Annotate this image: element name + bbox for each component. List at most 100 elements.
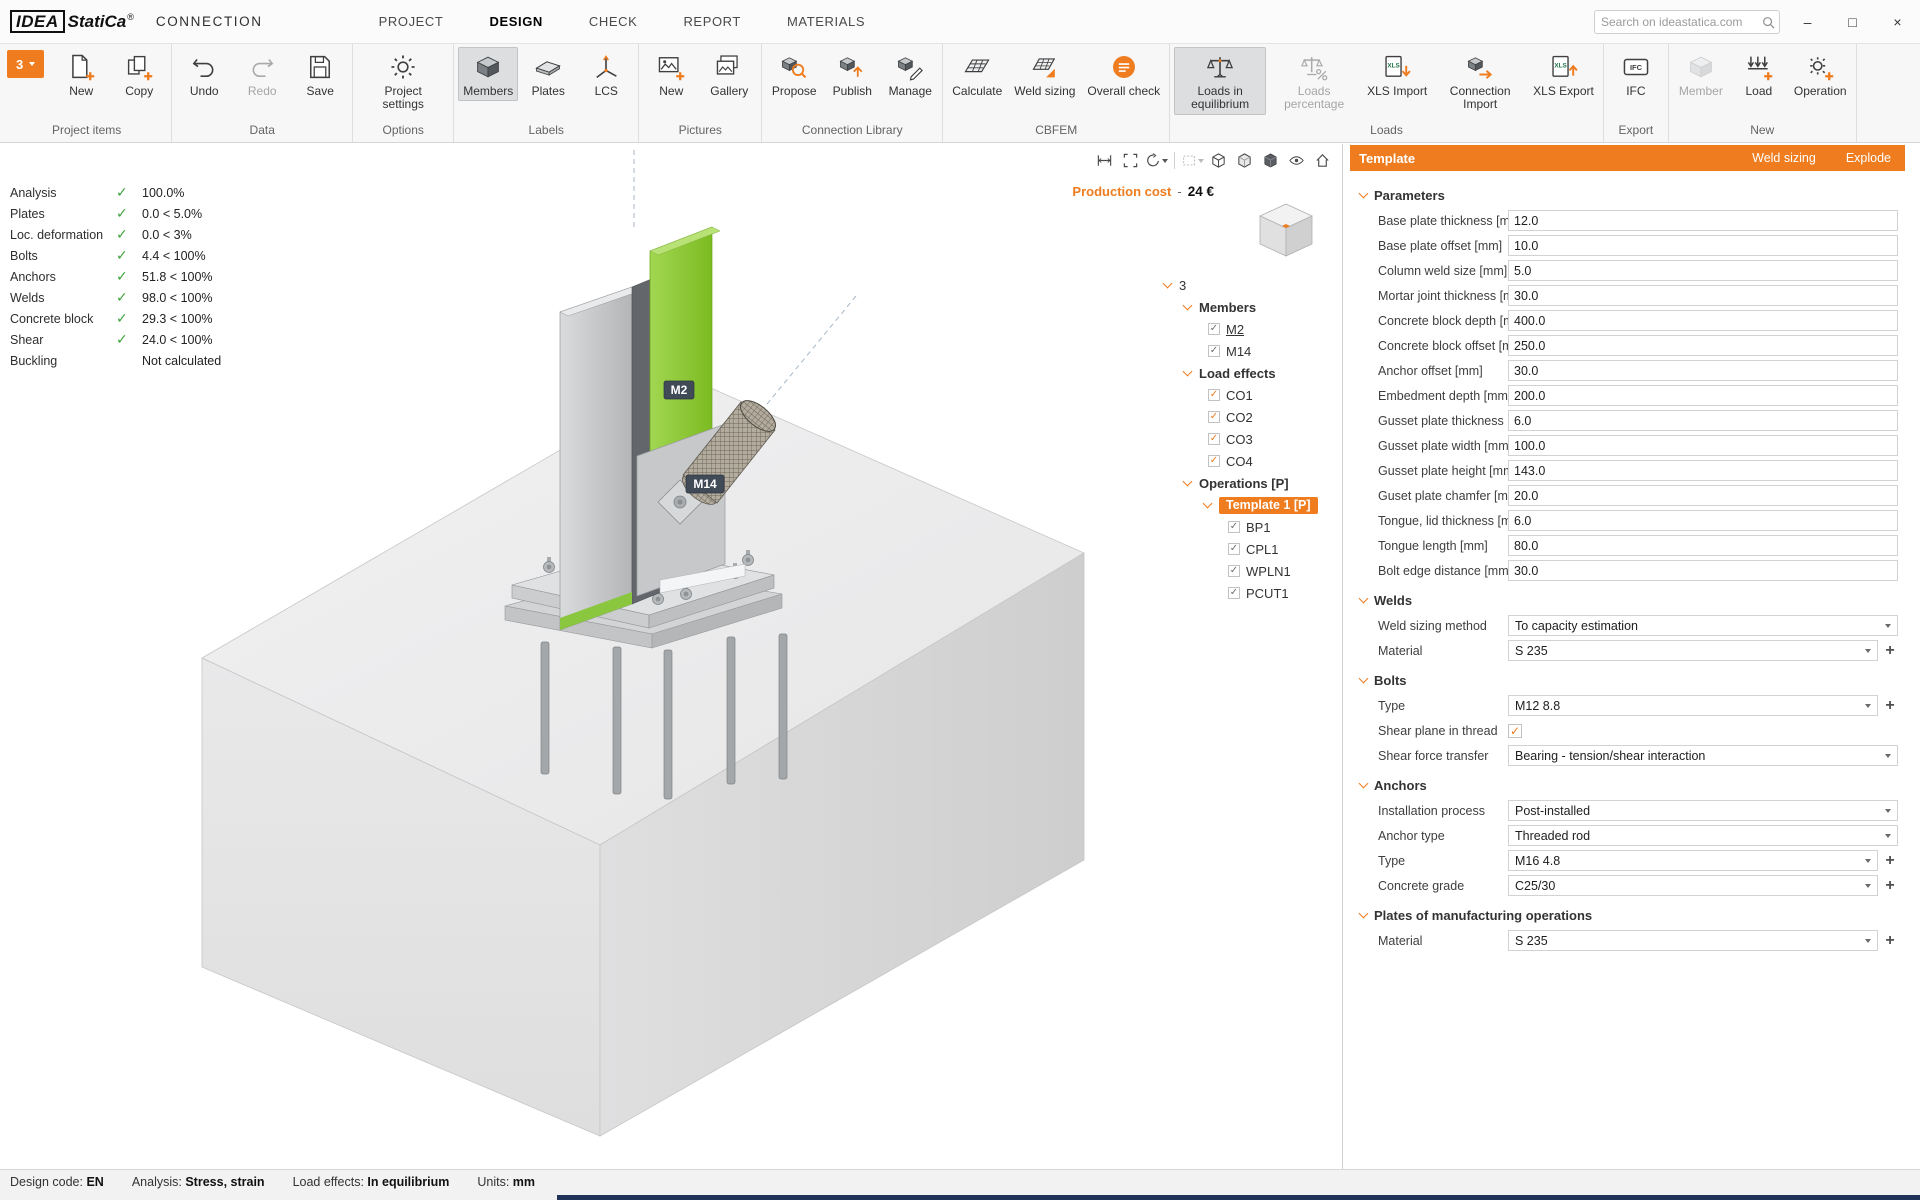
checkbox[interactable]: ✓ [1208,455,1220,467]
input-guset-plate-chamfer-mm[interactable] [1508,485,1898,506]
select-material[interactable]: S 235 [1508,930,1878,951]
input-concrete-block-offset-mm[interactable] [1508,335,1898,356]
home-view-button[interactable] [1311,149,1334,172]
select-shear-force-transfer[interactable]: Bearing - tension/shear interaction [1508,745,1898,766]
navigation-cube[interactable] [1246,196,1326,262]
ribbon-button-ifc[interactable]: IFC [1608,47,1664,101]
tree-item-co1[interactable]: ✓CO1 [1164,384,1338,406]
member-label-m2[interactable]: M2 [664,381,694,399]
analysis-row-concrete-block[interactable]: Concrete block✓29.3 < 100% [10,308,221,329]
add-button[interactable]: + [1882,878,1898,894]
ribbon-button-new[interactable]: New [643,47,699,101]
orbit-dropdown-caret[interactable] [1162,159,1168,163]
checkbox[interactable]: ✓ [1208,411,1220,423]
transparent-view-button[interactable] [1233,149,1256,172]
tab-materials[interactable]: MATERIALS [787,14,865,29]
analysis-row-analysis[interactable]: Analysis✓100.0% [10,182,221,203]
orbit-button[interactable] [1145,149,1168,172]
ribbon-button-xls-export[interactable]: XLS Export [1528,47,1599,101]
maximize-button[interactable]: □ [1830,0,1875,43]
input-concrete-block-depth-mm[interactable] [1508,310,1898,331]
checkbox[interactable]: ✓ [1208,433,1220,445]
ribbon-button-connection-import[interactable]: Connection Import [1434,47,1526,115]
chevron-expanded-icon[interactable] [1203,498,1213,508]
input-column-weld-size-mm[interactable] [1508,260,1898,281]
chevron-expanded-icon[interactable] [1183,366,1193,376]
analysis-row-loc-deformation[interactable]: Loc. deformation✓0.0 < 3% [10,224,221,245]
tab-check[interactable]: CHECK [589,14,638,29]
analysis-row-bolts[interactable]: Bolts✓4.4 < 100% [10,245,221,266]
viewport-3d[interactable]: M2 M14 Analysis✓100.0%Plates✓0.0 < 5.0%L… [0,144,1343,1169]
tree-item-co3[interactable]: ✓CO3 [1164,428,1338,450]
input-bolt-edge-distance-mm[interactable] [1508,560,1898,581]
section-header-bolts[interactable]: Bolts [1350,667,1898,693]
tree-item-co4[interactable]: ✓CO4 [1164,450,1338,472]
checkbox[interactable]: ✓ [1228,587,1240,599]
tree-item-co2[interactable]: ✓CO2 [1164,406,1338,428]
ribbon-button-weld-sizing[interactable]: Weld sizing [1009,47,1080,101]
ribbon-button-manage[interactable]: Manage [882,47,938,101]
checkbox[interactable]: ✓ [1228,543,1240,555]
section-header-parameters[interactable]: Parameters [1350,182,1898,208]
input-gusset-plate-width-mm[interactable] [1508,435,1898,456]
section-header-welds[interactable]: Welds [1350,587,1898,613]
ribbon-button-xls-import[interactable]: XLS Import [1362,47,1432,101]
tree-item-cpl1[interactable]: ✓CPL1 [1164,538,1338,560]
add-button[interactable]: + [1882,853,1898,869]
add-button[interactable]: + [1882,933,1898,949]
select-material[interactable]: S 235 [1508,640,1878,661]
checkbox[interactable]: ✓ [1208,345,1220,357]
ribbon-button-operation[interactable]: Operation [1789,47,1852,101]
search-input[interactable] [1595,15,1762,29]
input-tongue-length-mm[interactable] [1508,535,1898,556]
tab-project[interactable]: PROJECT [379,14,444,29]
analysis-row-anchors[interactable]: Anchors✓51.8 < 100% [10,266,221,287]
ribbon-button-plates[interactable]: Plates [520,47,576,101]
ribbon-button-lcs[interactable]: LCS [578,47,634,101]
tree-root[interactable]: 3 [1164,274,1338,296]
checkbox[interactable]: ✓ [1208,323,1220,335]
wireframe-view-button[interactable] [1207,149,1230,172]
zoom-extents-button[interactable] [1119,149,1142,172]
select-anchor-type[interactable]: Threaded rod [1508,825,1898,846]
input-base-plate-offset-mm[interactable] [1508,235,1898,256]
tree-section-members[interactable]: Members [1164,296,1338,318]
tree-section-load-effects[interactable]: Load effects [1164,362,1338,384]
ribbon-button-propose[interactable]: Propose [766,47,822,101]
ribbon-button-new[interactable]: New [53,47,109,101]
tree-item-pcut1[interactable]: ✓PCUT1 [1164,582,1338,604]
input-base-plate-thickness-mm[interactable] [1508,210,1898,231]
ribbon-button-members[interactable]: Members [458,47,518,101]
section-header-anchors[interactable]: Anchors [1350,772,1898,798]
ribbon-button-project-settings[interactable]: Project settings [357,47,449,115]
analysis-row-plates[interactable]: Plates✓0.0 < 5.0% [10,203,221,224]
ribbon-button-overall-check[interactable]: Overall check [1082,47,1165,101]
input-gusset-plate-height-mm[interactable] [1508,460,1898,481]
input-embedment-depth-mm[interactable] [1508,385,1898,406]
minimize-button[interactable]: – [1785,0,1830,43]
chevron-expanded-icon[interactable] [1183,476,1193,486]
select-installation-process[interactable]: Post-installed [1508,800,1898,821]
add-button[interactable]: + [1882,698,1898,714]
ribbon-button-load[interactable]: Load [1731,47,1787,101]
select-weld-sizing-method[interactable]: To capacity estimation [1508,615,1898,636]
chevron-expanded-icon[interactable] [1163,278,1173,288]
explode-button[interactable]: Explode [1846,151,1891,165]
input-tongue-lid-thickness-mm[interactable] [1508,510,1898,531]
input-anchor-offset-mm[interactable] [1508,360,1898,381]
ribbon-button-publish[interactable]: Publish [824,47,880,101]
tab-report[interactable]: REPORT [683,14,741,29]
solid-view-button[interactable] [1259,149,1282,172]
weld-sizing-button[interactable]: Weld sizing [1752,151,1816,165]
chevron-expanded-icon[interactable] [1183,300,1193,310]
analysis-row-shear[interactable]: Shear✓24.0 < 100% [10,329,221,350]
close-button[interactable]: × [1875,0,1920,43]
checkbox-shear-plane-in-thread[interactable]: ✓ [1508,724,1522,738]
dimensions-tool-button[interactable] [1093,149,1116,172]
member-label-m14[interactable]: M14 [686,475,724,493]
analysis-row-welds[interactable]: Welds✓98.0 < 100% [10,287,221,308]
checkbox[interactable]: ✓ [1228,565,1240,577]
tree-template-template-1-p[interactable]: Template 1 [P] [1164,494,1338,516]
ribbon-button-gallery[interactable]: Gallery [701,47,757,101]
ribbon-button-calculate[interactable]: Calculate [947,47,1007,101]
